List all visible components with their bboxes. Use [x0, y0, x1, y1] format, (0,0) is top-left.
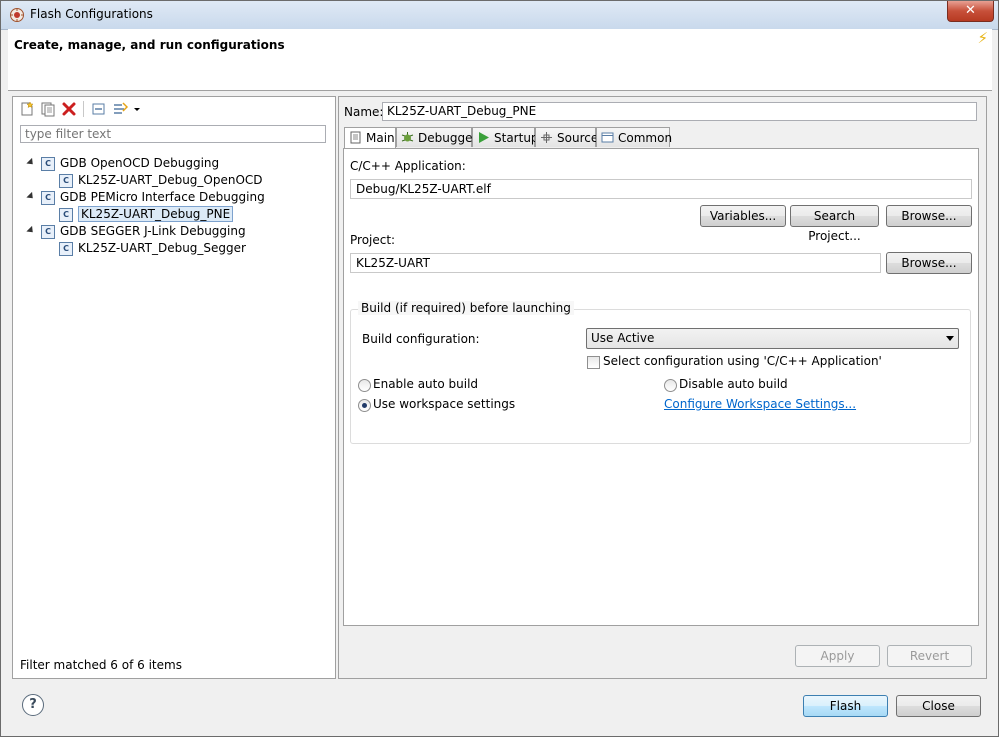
- filter-input[interactable]: [20, 125, 326, 143]
- tree-item-label: KL25Z-UART_Debug_PNE: [78, 206, 234, 222]
- build-before-launch-group: Build (if required) before launching Bui…: [350, 301, 971, 444]
- tab-common[interactable]: Common: [596, 127, 673, 147]
- configure-workspace-settings-link[interactable]: Configure Workspace Settings...: [664, 397, 856, 411]
- enable-auto-build-label: Enable auto build: [373, 377, 479, 391]
- c-config-icon: C: [59, 173, 73, 188]
- filter-icon[interactable]: [113, 101, 129, 117]
- project-input[interactable]: KL25Z-UART: [350, 253, 881, 273]
- c-config-type-icon: C: [41, 224, 55, 239]
- tree-item-pne-config[interactable]: C KL25Z-UART_Debug_PNE: [59, 206, 234, 223]
- use-workspace-settings-radio[interactable]: [358, 399, 371, 412]
- select-config-label: Select configuration using 'C/C++ Applic…: [603, 354, 882, 368]
- browse-project-button[interactable]: Browse...: [886, 252, 972, 274]
- search-project-button[interactable]: Search Project...: [790, 205, 879, 243]
- tree-expand-icon[interactable]: [26, 191, 36, 202]
- c-config-type-icon: C: [41, 190, 55, 205]
- chevron-down-icon: [946, 336, 954, 341]
- tab-label: Debugger: [418, 131, 478, 145]
- collapse-all-icon[interactable]: [91, 101, 107, 117]
- tree-toolbar: [13, 97, 335, 119]
- tree-item-segger-config[interactable]: C KL25Z-UART_Debug_Segger: [59, 240, 246, 257]
- chevron-down-icon[interactable]: [133, 101, 141, 117]
- tree-expand-icon[interactable]: [26, 157, 36, 168]
- disable-auto-build-radio[interactable]: [664, 379, 677, 392]
- tree-item-openocd-config[interactable]: C KL25Z-UART_Debug_OpenOCD: [59, 172, 263, 189]
- dialog-header: Create, manage, and run configurations ⚡: [8, 29, 992, 91]
- tab-label: Common: [618, 131, 673, 145]
- tab-main[interactable]: Main: [344, 127, 396, 149]
- tree-item-label: GDB PEMicro Interface Debugging: [60, 190, 265, 204]
- filter-status: Filter matched 6 of 6 items: [20, 658, 182, 672]
- common-tab-icon: [601, 132, 614, 143]
- tab-debugger[interactable]: Debugger: [396, 127, 477, 147]
- close-button[interactable]: Close: [896, 695, 981, 717]
- c-config-icon: C: [59, 241, 73, 256]
- configurations-tree-panel: C GDB OpenOCD Debugging C KL25Z-UART_Debug…: [12, 96, 336, 679]
- eclipse-app-icon: [10, 8, 24, 22]
- build-config-label: Build configuration:: [362, 332, 480, 346]
- tree-expand-icon[interactable]: [26, 225, 36, 236]
- debugger-tab-icon: [401, 132, 414, 142]
- toolbar-separator: [83, 101, 84, 117]
- disable-auto-build-label: Disable auto build: [679, 377, 788, 391]
- c-application-input[interactable]: Debug/KL25Z-UART.elf: [350, 179, 972, 199]
- revert-button[interactable]: Revert: [887, 645, 972, 667]
- select-config-checkbox[interactable]: [587, 356, 600, 369]
- tab-label: Main: [366, 131, 395, 145]
- tree-item-label: KL25Z-UART_Debug_Segger: [78, 241, 246, 255]
- lightning-icon: ⚡: [977, 29, 988, 47]
- new-configuration-icon[interactable]: [19, 101, 35, 117]
- configuration-editor-panel: Name: KL25Z-UART_Debug_PNE Main Debugger…: [338, 96, 987, 679]
- tree-item-label: GDB OpenOCD Debugging: [60, 156, 220, 170]
- c-config-icon: C: [59, 207, 73, 222]
- dialog-header-title: Create, manage, and run configurations: [14, 38, 285, 52]
- tree-item-label: GDB SEGGER J-Link Debugging: [60, 224, 246, 238]
- name-label: Name:: [344, 105, 384, 119]
- use-workspace-settings-label: Use workspace settings: [373, 397, 516, 411]
- title-bar: Flash Configurations ✕: [1, 1, 998, 30]
- help-icon[interactable]: ?: [22, 694, 44, 716]
- window-close-button[interactable]: ✕: [947, 1, 994, 22]
- tab-label: Source: [557, 131, 599, 145]
- flash-configurations-window: Flash Configurations ✕ Create, manage, a…: [0, 0, 999, 737]
- name-input[interactable]: KL25Z-UART_Debug_PNE: [382, 102, 977, 121]
- build-config-select[interactable]: Use Active: [586, 328, 959, 349]
- tab-source[interactable]: Source: [535, 127, 599, 147]
- window-title: Flash Configurations: [30, 7, 153, 21]
- c-application-label: C/C++ Application:: [350, 159, 466, 173]
- delete-icon[interactable]: [61, 101, 77, 117]
- enable-auto-build-radio[interactable]: [358, 379, 371, 392]
- tab-startup[interactable]: Startup: [472, 127, 539, 147]
- main-tab-content: C/C++ Application: Debug/KL25Z-UART.elf …: [343, 148, 979, 626]
- startup-tab-icon: [479, 132, 489, 143]
- build-config-value: Use Active: [591, 331, 655, 345]
- browse-application-button[interactable]: Browse...: [886, 205, 972, 227]
- variables-button[interactable]: Variables...: [700, 205, 786, 227]
- flash-button[interactable]: Flash: [803, 695, 888, 717]
- source-tab-icon: [541, 132, 552, 143]
- duplicate-icon[interactable]: [40, 101, 56, 117]
- apply-button[interactable]: Apply: [795, 645, 880, 667]
- build-group-title: Build (if required) before launching: [358, 301, 574, 315]
- project-label: Project:: [350, 233, 396, 247]
- tree-item-label: KL25Z-UART_Debug_OpenOCD: [78, 173, 263, 187]
- main-tab-icon: [350, 131, 361, 144]
- tab-label: Startup: [494, 131, 539, 145]
- c-config-type-icon: C: [41, 156, 55, 171]
